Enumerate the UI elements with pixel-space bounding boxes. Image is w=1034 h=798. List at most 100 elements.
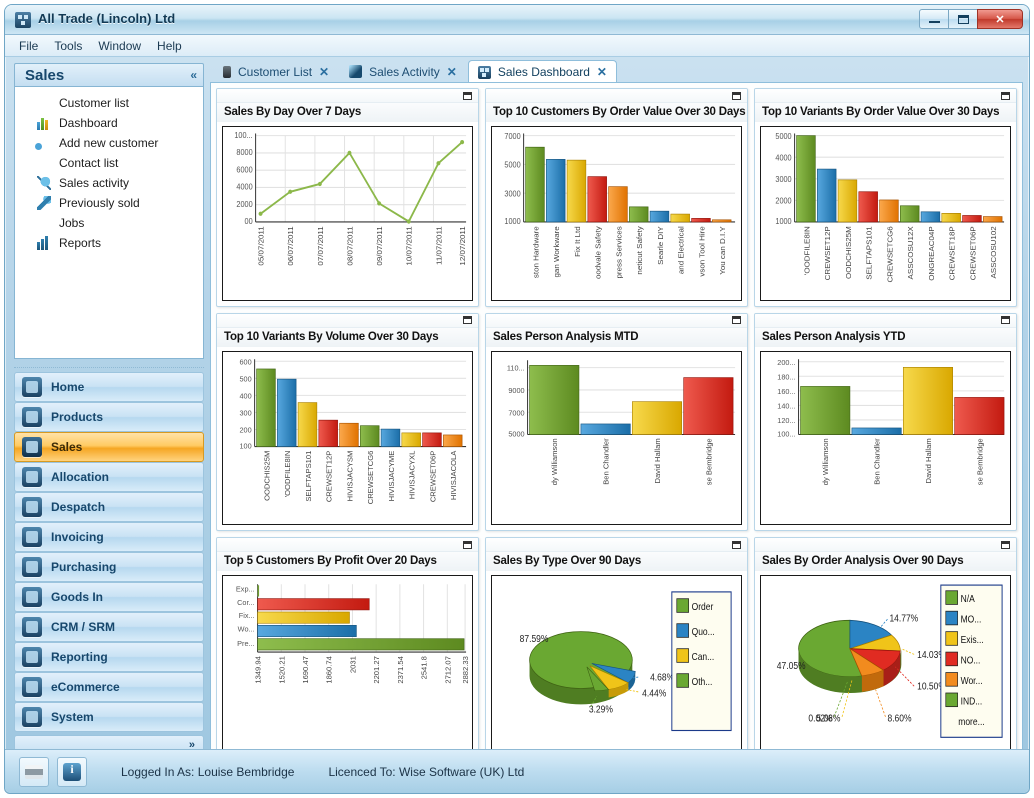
bar-chart-svg: 200... 180... 160... 140... 120... 100..… xyxy=(777,357,1005,485)
svg-text:Ben Chandler: Ben Chandler xyxy=(602,437,611,484)
chart-top10-variants-volume[interactable]: 600 500 400 300 200 100 OODCHIS25M 'OODF… xyxy=(222,350,473,526)
close-icon[interactable]: ✕ xyxy=(597,65,607,79)
menu-window[interactable]: Window xyxy=(98,39,141,53)
bar-chart-svg: 5000 4000 3000 2000 1000 'OODFILE8IN CRE… xyxy=(775,132,1005,283)
svg-text:2000: 2000 xyxy=(775,196,791,205)
sidebar-item-dashboard[interactable]: Dashboard xyxy=(15,113,203,133)
sidebar-nav-despatch[interactable]: Despatch xyxy=(14,492,204,522)
sidebar-nav-ecommerce[interactable]: eCommerce xyxy=(14,672,204,702)
menu-file[interactable]: File xyxy=(19,39,38,53)
chart-salesperson-ytd[interactable]: 200... 180... 160... 140... 120... 100..… xyxy=(760,350,1011,526)
panel-sales-by-type: Sales By Type Over 90 Days 87.59% 4.68% … xyxy=(485,537,748,756)
x-tick-labels: ston Hardware gan Workware Fix It Ltd oo… xyxy=(532,226,727,279)
sidebar-item-reports[interactable]: Reports xyxy=(15,233,203,253)
svg-text:9000: 9000 xyxy=(508,386,524,395)
svg-text:CREWSETCG6: CREWSETCG6 xyxy=(886,226,895,282)
chart-top10-customers-value[interactable]: 7000 5000 3000 1000 ston Hardware gan Wo… xyxy=(491,126,742,301)
restore-icon[interactable] xyxy=(1001,540,1010,549)
tab-sales-dashboard[interactable]: Sales Dashboard ✕ xyxy=(467,60,617,83)
window-controls: ✕ xyxy=(919,9,1023,29)
menu-bar: File Tools Window Help xyxy=(5,35,1029,57)
svg-text:David Hallam: David Hallam xyxy=(653,438,662,483)
collapse-sidebar-icon[interactable]: « xyxy=(190,68,197,82)
nav-label: System xyxy=(51,710,94,724)
svg-text:HIVISJACOLA: HIVISJACOLA xyxy=(449,450,458,499)
restore-icon[interactable] xyxy=(1001,91,1010,100)
sidebar-nav-goods-in[interactable]: Goods In xyxy=(14,582,204,612)
sidebar-item-previously-sold[interactable]: Previously sold xyxy=(15,193,203,213)
sidebar-nav-purchasing[interactable]: Purchasing xyxy=(14,552,204,582)
svg-text:100: 100 xyxy=(239,441,251,450)
print-button[interactable] xyxy=(19,756,49,787)
svg-text:Ben Chandler: Ben Chandler xyxy=(873,437,882,484)
sidebar-nav-reporting[interactable]: Reporting xyxy=(14,642,204,672)
sidebar-item-sales-activity[interactable]: Sales activity xyxy=(15,173,203,193)
nav-label: Reporting xyxy=(51,650,108,664)
chart-salesperson-mtd[interactable]: 110... 9000 7000 5000 dy Williamson Ben … xyxy=(491,350,742,526)
sidebar-nav-allocation[interactable]: Allocation xyxy=(14,462,204,492)
tab-customer-list[interactable]: Customer List ✕ xyxy=(214,60,338,83)
sidebar-nav-home[interactable]: Home xyxy=(14,372,204,402)
maximize-button[interactable] xyxy=(948,9,978,29)
restore-icon[interactable] xyxy=(463,540,472,549)
bar-chart-icon xyxy=(37,116,51,130)
svg-text:4000: 4000 xyxy=(775,153,791,162)
sidebar-nav-system[interactable]: System xyxy=(14,702,204,732)
restore-icon[interactable] xyxy=(732,316,741,325)
close-icon[interactable]: ✕ xyxy=(447,65,457,79)
svg-text:and Electrical: and Electrical xyxy=(677,226,686,274)
panel-header xyxy=(486,313,747,328)
pie-3d xyxy=(798,620,902,694)
x-tick-labels: 05/07/2011 06/07/2011 07/07/2011 08/07/2… xyxy=(257,226,467,265)
sidebar-nav-products[interactable]: Products xyxy=(14,402,204,432)
restore-icon[interactable] xyxy=(732,91,741,100)
sidebar-item-label: Reports xyxy=(59,236,102,250)
sidebar-item-label: Previously sold xyxy=(59,196,140,210)
panel-title: Top 10 Variants By Order Value Over 30 D… xyxy=(755,103,1016,122)
menu-tools[interactable]: Tools xyxy=(54,39,82,53)
plot-area: 100... 8000 6000 4000 2000 00 05/07/2011… xyxy=(217,122,478,306)
sidebar-item-add-new-customer[interactable]: Add new customer xyxy=(15,133,203,153)
sidebar-item-label: Jobs xyxy=(59,216,85,230)
chart-sales-by-order-analysis[interactable]: 47.05% 14.77% 14.03% 10.50% 8.60% 5.08% … xyxy=(760,575,1011,750)
line-series xyxy=(260,141,463,223)
panel-header xyxy=(755,313,1016,328)
restore-icon[interactable] xyxy=(732,540,741,549)
panel-sales-by-day: Sales By Day Over 7 Days 100... 8000 600… xyxy=(216,88,479,307)
chart-top5-customers-profit[interactable]: Exp... Cor... Fix... Wo... Pre... 1349.9… xyxy=(222,575,473,750)
sidebar-nav-crm-srm[interactable]: CRM / SRM xyxy=(14,612,204,642)
bar-series xyxy=(525,146,732,223)
menu-help[interactable]: Help xyxy=(157,39,182,53)
sidebar-item-jobs[interactable]: Jobs xyxy=(15,213,203,233)
svg-text:2201.27: 2201.27 xyxy=(372,656,381,683)
tab-sales-activity[interactable]: Sales Activity ✕ xyxy=(340,60,466,83)
chart-top10-variants-value[interactable]: 5000 4000 3000 2000 1000 'OODFILE8IN CRE… xyxy=(760,126,1011,301)
sidebar-link-list: Customer list Dashboard Add new customer… xyxy=(14,87,204,359)
sidebar-item-customer-list[interactable]: Customer list xyxy=(15,93,203,113)
sidebar-item-contact-list[interactable]: Contact list xyxy=(15,153,203,173)
reporting-icon xyxy=(22,647,42,667)
chart-sales-by-day[interactable]: 100... 8000 6000 4000 2000 00 05/07/2011… xyxy=(222,126,473,301)
nav-label: Invoicing xyxy=(51,530,104,544)
restore-icon[interactable] xyxy=(463,91,472,100)
sidebar-nav-sales[interactable]: Sales xyxy=(14,432,204,462)
sidebar-nav-invoicing[interactable]: Invoicing xyxy=(14,522,204,552)
svg-text:CREWSET06P: CREWSET06P xyxy=(429,450,438,502)
panel-salesperson-ytd: Sales Person Analysis YTD 200... 180... … xyxy=(754,312,1017,532)
svg-text:3000: 3000 xyxy=(775,175,791,184)
restore-icon[interactable] xyxy=(463,316,472,325)
plot-area: 47.05% 14.77% 14.03% 10.50% 8.60% 5.08% … xyxy=(755,571,1016,755)
close-button[interactable]: ✕ xyxy=(977,9,1023,29)
close-icon[interactable]: ✕ xyxy=(319,65,329,79)
svg-text:2031: 2031 xyxy=(349,656,358,673)
info-button[interactable] xyxy=(57,756,87,787)
svg-text:2882.33: 2882.33 xyxy=(461,656,470,683)
minimize-button[interactable] xyxy=(919,9,949,29)
svg-text:You can D.I.Y: You can D.I.Y xyxy=(719,226,728,274)
svg-text:Fix...: Fix... xyxy=(239,611,255,620)
tab-label: Sales Dashboard xyxy=(497,65,590,79)
chart-sales-by-type[interactable]: 87.59% 4.68% 4.44% 3.29% Order Quo... Ca… xyxy=(491,575,742,750)
reports-icon xyxy=(37,236,51,250)
restore-icon[interactable] xyxy=(1001,316,1010,325)
tab-strip: Customer List ✕ Sales Activity ✕ Sales D… xyxy=(210,58,1023,83)
